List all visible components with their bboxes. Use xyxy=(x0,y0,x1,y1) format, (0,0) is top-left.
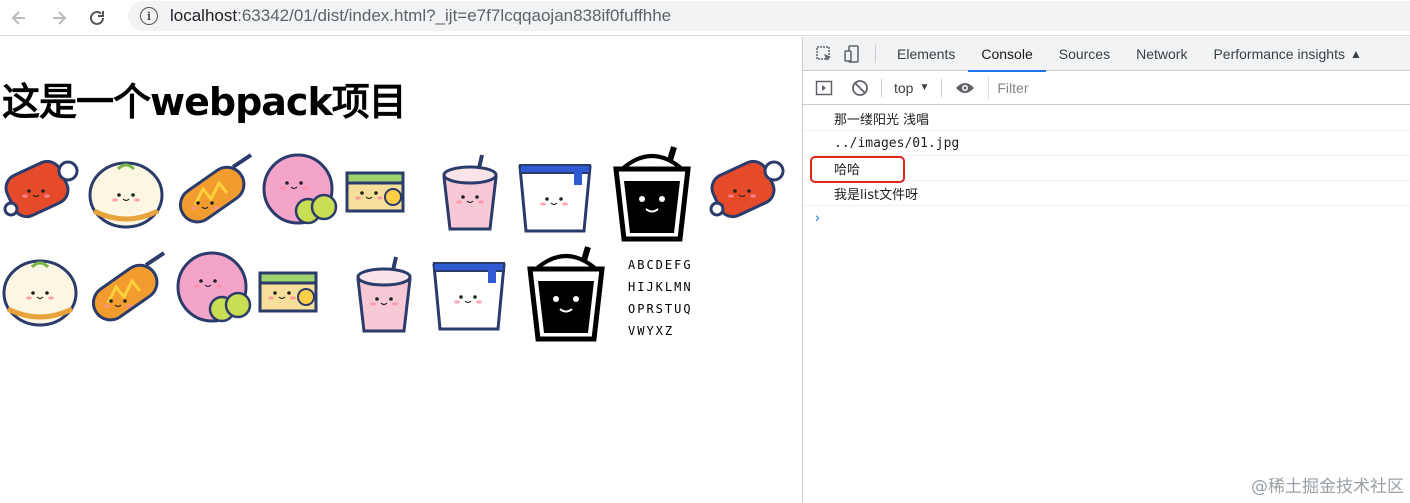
address-bar[interactable]: i localhost:63342/01/dist/index.html?_ij… xyxy=(128,1,1410,31)
tab-sources[interactable]: Sources xyxy=(1046,37,1123,71)
tab-separator xyxy=(875,44,876,63)
sidebar-toggle-icon[interactable] xyxy=(813,77,835,99)
filter-field[interactable] xyxy=(988,75,1399,100)
reload-icon xyxy=(90,10,104,25)
arrow-left-icon xyxy=(11,10,25,25)
filter-input[interactable] xyxy=(997,79,1399,96)
tab-elements[interactable]: Elements xyxy=(884,37,968,71)
console-message: 那一缕阳光 浅唱 xyxy=(803,106,1410,131)
back-button[interactable] xyxy=(6,5,32,31)
caret-down-icon: ▼ xyxy=(919,82,930,93)
page-content: 这是一个webpack项目 ABCDEFG HIJKLMN OPRSTUQ VWYXZ xyxy=(0,37,802,503)
context-selector[interactable]: top ▼ xyxy=(894,80,929,96)
device-toolbar-icon[interactable] xyxy=(841,43,863,65)
cheese-sprite xyxy=(258,271,318,313)
milkshake-sprite xyxy=(356,256,412,333)
font-sample-line: OPRSTUQ xyxy=(628,302,693,316)
tab-network[interactable]: Network xyxy=(1123,37,1200,71)
font-sample-line: ABCDEFG xyxy=(628,258,693,272)
bun-sprite xyxy=(2,259,78,327)
toolbar-separator-2 xyxy=(941,78,943,97)
font-sample-line: VWYXZ xyxy=(628,324,674,338)
tab-performance-insights[interactable]: Performance insights ▲ xyxy=(1200,37,1365,71)
corndog-sprite xyxy=(91,251,166,322)
browser-toolbar: i localhost:63342/01/dist/index.html?_ij… xyxy=(0,0,1410,36)
devtools-panel: Elements Console Sources Network Perform… xyxy=(802,37,1410,503)
devtools-tab-bar: Elements Console Sources Network Perform… xyxy=(803,37,1410,72)
reload-button[interactable] xyxy=(84,5,110,31)
pink-cake-sprite xyxy=(176,251,252,323)
black-drink-sprite xyxy=(613,146,691,242)
clear-console-icon[interactable] xyxy=(849,77,871,99)
console-message: ../images/01.jpg xyxy=(803,131,1410,156)
bun-sprite xyxy=(88,161,164,229)
cheese-sprite xyxy=(345,171,405,213)
highlight-box xyxy=(810,156,905,183)
toolbar-separator xyxy=(881,78,882,97)
console-toolbar: top ▼ xyxy=(803,71,1410,105)
arrow-right-icon xyxy=(53,10,67,25)
font-sample-line: HIJKLMN xyxy=(628,280,693,294)
corndog-sprite xyxy=(178,153,253,224)
inspect-icon[interactable] xyxy=(813,43,835,65)
console-message: 我是list文件呀 xyxy=(803,181,1410,206)
info-icon[interactable]: i xyxy=(140,7,158,25)
url-text: localhost:63342/01/dist/index.html?_ijt=… xyxy=(170,6,672,25)
forward-button[interactable] xyxy=(46,5,72,31)
cup-sprite xyxy=(432,262,506,331)
eye-icon[interactable] xyxy=(954,77,976,99)
watermark: @稀土掘金技术社区 xyxy=(1251,477,1404,497)
milkshake-sprite xyxy=(442,154,498,231)
meat-sprite xyxy=(3,159,79,219)
meat-sprite xyxy=(709,159,785,219)
cup-sprite xyxy=(518,164,592,233)
black-drink-sprite xyxy=(527,246,605,342)
sprite-images: ABCDEFG HIJKLMN OPRSTUQ VWYXZ xyxy=(2,146,785,342)
console-prompt[interactable]: › xyxy=(803,206,1410,228)
tab-console[interactable]: Console xyxy=(968,37,1047,72)
pink-cake-sprite xyxy=(262,153,338,225)
flask-icon: ▲ xyxy=(1349,46,1362,61)
